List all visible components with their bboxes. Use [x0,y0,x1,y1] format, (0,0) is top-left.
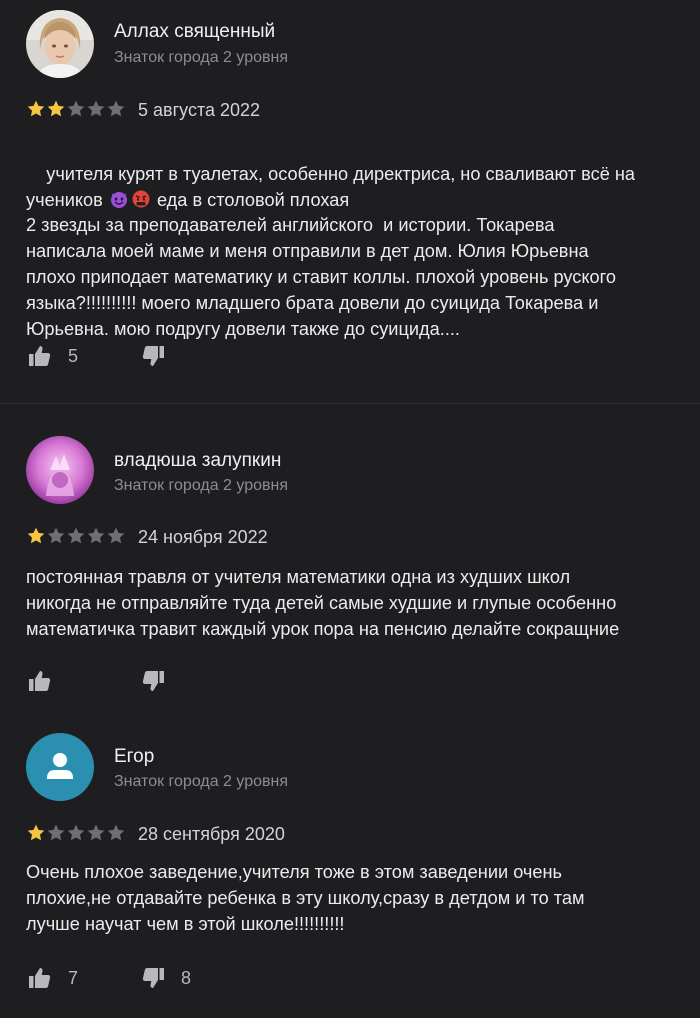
star-empty-icon [87,527,105,544]
star-empty-icon [67,100,85,117]
thumbs-up-icon [29,671,51,691]
star-empty-icon [107,100,125,117]
angry-face-emoji-icon [132,190,150,208]
user-silhouette-icon [26,733,94,801]
thumbs-down-icon [142,346,164,366]
star-empty-icon [67,527,85,544]
author-level: Знаток города 2 уровня [114,49,289,66]
author-level: Знаток города 2 уровня [114,477,289,494]
review-text: постоянная травля от учителя математики … [26,567,620,639]
dislike-button[interactable] [141,344,181,368]
dislike-count: 8 [181,967,192,988]
thumbs-down-icon [142,671,164,691]
review-date: 5 августа 2022 [138,100,261,120]
avatar[interactable] [26,733,94,801]
avatar-photo [26,10,94,78]
review-date: 28 сентября 2020 [138,824,285,844]
avatar[interactable] [26,10,94,78]
like-button[interactable] [28,669,68,693]
like-count: 7 [68,967,79,988]
rating-stars [26,99,126,119]
star-empty-icon [107,527,125,544]
like-button[interactable]: 5 [28,344,78,368]
review-text-fragment: еда в столовой плохая [151,189,350,210]
thumbs-up-icon [29,968,51,988]
star-empty-icon [47,824,65,841]
review-card: Аллах священный Знаток города 2 уровня 5… [0,0,700,403]
rating-stars [26,823,126,843]
author-name[interactable]: Егор [114,746,154,768]
dislike-button[interactable] [141,669,181,693]
thumbs-up-icon [29,346,51,366]
star-empty-icon [107,824,125,841]
review-text-fragment: учеников [26,189,108,210]
star-filled-icon [27,527,45,544]
review-card: Егор Знаток города 2 уровня 28 сентября … [0,709,700,1018]
thumbs-down-icon [142,968,164,988]
rating-stars [26,526,126,546]
star-filled-icon [47,100,65,117]
like-count: 5 [68,345,79,366]
author-name[interactable]: Аллах священный [114,21,275,43]
review-text-line: учеников еда в столовой плохая [26,190,349,210]
star-empty-icon [87,100,105,117]
star-empty-icon [87,824,105,841]
star-empty-icon [67,824,85,841]
avatar[interactable] [26,436,94,504]
star-filled-icon [27,824,45,841]
review-text-line: учителя курят в туалетах, особенно дирек… [46,163,636,184]
smiling-imp-emoji-icon [110,191,127,208]
review-text: Очень плохое заведение,учителя тоже в эт… [26,862,585,934]
avatar-photo [26,436,94,504]
star-empty-icon [47,527,65,544]
author-name[interactable]: владюша залупкин [114,450,281,472]
author-level: Знаток города 2 уровня [114,773,289,790]
review-date: 24 ноября 2022 [138,527,268,547]
star-filled-icon [27,100,45,117]
review-text: учителя курят в туалетах, особенно дирек… [26,136,696,368]
like-button[interactable]: 7 [28,966,78,990]
dislike-button[interactable]: 8 [141,966,191,990]
review-card: владюша залупкин Знаток города 2 уровня … [0,404,700,709]
review-text-rest: 2 звезды за преподавателей английского и… [26,215,617,339]
